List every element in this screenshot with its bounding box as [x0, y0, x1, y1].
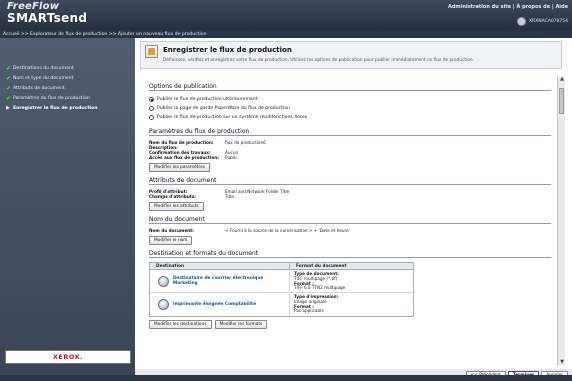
- section-docname-title: Nom du document: [149, 216, 551, 224]
- step-attributes[interactable]: ✔ Attributs de document: [6, 83, 98, 93]
- email-destination-icon: [158, 275, 169, 287]
- radio-publish-mfd[interactable]: Publier le flux de production sur un sys…: [149, 113, 551, 122]
- section-destinations-title: Destination et formats du document: [149, 250, 551, 258]
- section-publication-title: Options de publication: [149, 83, 551, 91]
- step-destinations[interactable]: ✔ Destinations du document: [6, 63, 98, 73]
- section-params-title: Paramètres du flux de production: [149, 128, 551, 136]
- radio-button[interactable]: [149, 106, 154, 111]
- check-icon: ✔: [6, 64, 12, 72]
- app-logo: FreeFlow SMARTsend: [7, 2, 88, 25]
- edit-name-button[interactable]: Modifier le nom: [149, 236, 193, 245]
- step-name-type[interactable]: ✔ Nom et type du document: [6, 73, 98, 83]
- scroll-thumb[interactable]: [559, 88, 564, 114]
- docname-row: Nom du document: < Fourni à la source de …: [149, 228, 350, 233]
- table-row: Imprimante éloignée Comptabilité Type d'…: [150, 293, 413, 316]
- xerox-logo: XEROX.: [5, 350, 131, 364]
- link-about[interactable]: À propos de: [516, 4, 550, 10]
- check-icon: ✔: [6, 84, 12, 92]
- section-attributes-title: Attributs de document: [149, 177, 551, 185]
- top-links: Administration du site | À propos de | A…: [447, 4, 568, 10]
- link-help[interactable]: Aide: [555, 4, 568, 10]
- col-destination: Destination: [150, 263, 290, 269]
- destinations-table: Destination Format du document Destinata…: [149, 262, 414, 317]
- vertical-scrollbar[interactable]: ▲ ▼: [557, 76, 565, 366]
- status-bar: [0, 375, 572, 381]
- page-description: Définissez, vérifiez et enregistrez votr…: [163, 58, 474, 63]
- step-save-current[interactable]: ▶ Enregistrer le flux de production: [6, 103, 98, 113]
- scroll-down-arrow-icon[interactable]: ▼: [558, 359, 566, 366]
- printer-destination-icon: [158, 299, 169, 310]
- current-step-arrow-icon: ▶: [6, 105, 10, 111]
- breadcrumb[interactable]: Accueil >> Explorateur de flux de produc…: [0, 30, 572, 38]
- radio-button[interactable]: [149, 115, 154, 120]
- table-header: Destination Format du document: [150, 263, 413, 270]
- radio-publish-paperware[interactable]: Publier la page de garde PaperWare du fl…: [149, 104, 551, 113]
- radio-button-selected[interactable]: [149, 97, 154, 102]
- check-icon: ✔: [6, 74, 12, 82]
- edit-destinations-button[interactable]: Modifier les destinations: [149, 320, 212, 329]
- destination-name[interactable]: Imprimante éloignée Comptabilité: [173, 302, 256, 307]
- scroll-up-arrow-icon[interactable]: ▲: [558, 76, 566, 83]
- param-row: Accès aux flux de production: Public: [149, 155, 238, 160]
- attribute-row: Champs d'attributs: Title: [149, 194, 234, 199]
- table-row: Destinataire de courrier électronique Ma…: [150, 270, 413, 293]
- user-icon: [516, 17, 526, 26]
- top-header-bar: FreeFlow SMARTsend Administration du sit…: [0, 0, 572, 30]
- link-site-admin[interactable]: Administration du site: [448, 4, 511, 10]
- user-info: XRXNACA078754: [516, 17, 568, 26]
- edit-parameters-button[interactable]: Modifier les paramètres: [149, 163, 211, 172]
- step-parameters[interactable]: ✔ Paramètres du flux de production: [6, 93, 98, 103]
- wizard-sidebar: ✔ Destinations du document ✔ Nom et type d…: [0, 38, 135, 381]
- edit-formats-button[interactable]: Modifier les formats: [214, 320, 268, 329]
- edit-attributes-button[interactable]: Modifier les attributs: [149, 202, 204, 211]
- save-workflow-icon: [145, 45, 158, 58]
- radio-publish-later[interactable]: Publier le flux de production ultérieure…: [149, 95, 551, 104]
- check-icon: ✔: [6, 94, 12, 102]
- col-format: Format du document: [296, 264, 347, 269]
- page-title: Enregistrer le flux de production: [163, 46, 292, 54]
- user-name: XRXNACA078754: [528, 19, 568, 24]
- destination-name[interactable]: Destinataire de courrier électronique Ma…: [173, 276, 289, 286]
- main-panel: Enregistrer le flux de production Défini…: [135, 38, 572, 369]
- page-header: Enregistrer le flux de production Défini…: [140, 41, 562, 69]
- logo-line2: SMARTsend: [7, 11, 88, 25]
